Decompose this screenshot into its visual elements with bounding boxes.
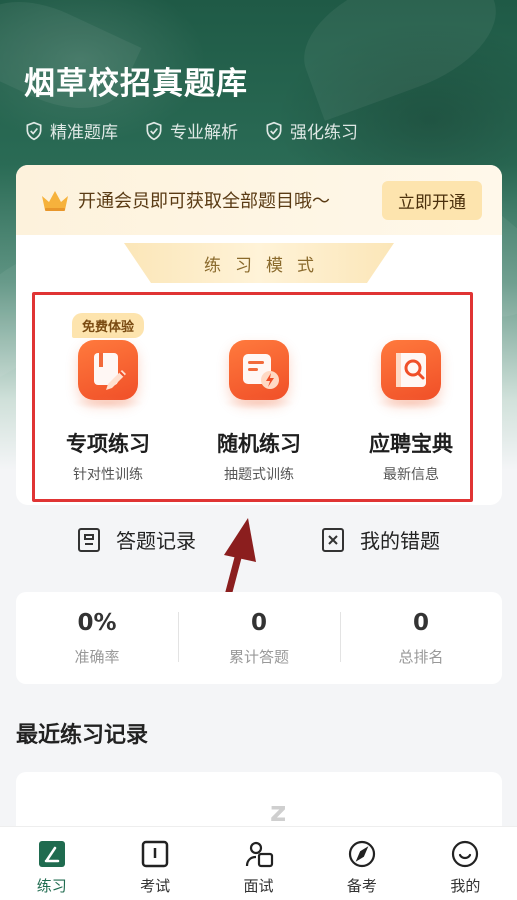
stat-value: 0 bbox=[250, 610, 267, 636]
mode-name: 随机练习 bbox=[217, 432, 301, 456]
mode-subtitle: 抽题式训练 bbox=[224, 467, 294, 483]
crown-icon bbox=[42, 191, 68, 211]
answer-records-label: 答题记录 bbox=[116, 529, 196, 553]
mode-topic-practice[interactable]: 专项练习 针对性训练 bbox=[33, 340, 183, 484]
stat-total-answered: 0 累计答题 bbox=[178, 592, 340, 684]
mode-subtitle: 针对性训练 bbox=[73, 467, 143, 483]
tab-practice[interactable]: 练习 bbox=[0, 827, 103, 900]
document-bolt-icon bbox=[223, 340, 295, 410]
record-icon bbox=[78, 527, 100, 552]
wrong-questions-label: 我的错题 bbox=[360, 529, 440, 553]
tab-exam[interactable]: 考试 bbox=[103, 827, 206, 900]
feature-tag: 精准题库 bbox=[24, 118, 118, 143]
feature-tag: 强化练习 bbox=[264, 118, 358, 143]
stat-label: 累计答题 bbox=[228, 648, 289, 666]
vip-promo-text: 开通会员即可获取全部题目哦～ bbox=[78, 191, 330, 212]
book-search-icon bbox=[375, 340, 447, 410]
stat-accuracy: 0% 准确率 bbox=[16, 592, 178, 684]
recent-practice-list bbox=[16, 772, 502, 832]
vip-banner[interactable]: 开通会员即可获取全部题目哦～ 立即开通 bbox=[16, 165, 502, 235]
tab-label: 备考 bbox=[346, 877, 377, 895]
shield-check-icon bbox=[146, 121, 162, 140]
mode-random-practice[interactable]: 随机练习 抽题式训练 bbox=[184, 340, 334, 484]
mode-name: 专项练习 bbox=[66, 432, 150, 456]
practice-mode-header: 练习模式 bbox=[124, 243, 394, 283]
tab-label: 练习 bbox=[36, 877, 67, 895]
profile-icon bbox=[452, 840, 479, 868]
tab-label: 考试 bbox=[140, 877, 171, 895]
empty-sleep-icon: z bbox=[270, 795, 287, 828]
mode-job-guide[interactable]: 应聘宝典 最新信息 bbox=[336, 340, 486, 484]
feature-tag-label: 强化练习 bbox=[290, 123, 358, 143]
tab-label: 面试 bbox=[243, 877, 274, 895]
stat-label: 准确率 bbox=[74, 648, 120, 666]
shield-check-icon bbox=[26, 121, 42, 140]
free-trial-badge: 免费体验 bbox=[72, 313, 145, 338]
feature-tag-label: 专业解析 bbox=[170, 123, 238, 143]
interview-icon bbox=[245, 841, 273, 868]
stat-label: 总排名 bbox=[398, 648, 444, 666]
tab-prepare[interactable]: 备考 bbox=[310, 827, 413, 900]
feature-tag: 专业解析 bbox=[144, 118, 238, 143]
page-title: 烟草校招真题库 bbox=[24, 66, 248, 102]
wrong-questions-link[interactable]: 我的错题 bbox=[320, 525, 440, 554]
mode-subtitle: 最新信息 bbox=[383, 467, 439, 483]
feature-tags: 精准题库 专业解析 强化练习 bbox=[24, 118, 358, 143]
feature-tag-label: 精准题库 bbox=[50, 123, 118, 143]
note-pen-icon bbox=[72, 340, 144, 410]
shield-check-icon bbox=[266, 121, 282, 140]
stat-value: 0% bbox=[77, 610, 117, 636]
tab-interview[interactable]: 面试 bbox=[207, 827, 310, 900]
stats-panel: 0% 准确率 0 累计答题 0 总排名 bbox=[16, 592, 502, 684]
mode-name: 应聘宝典 bbox=[369, 432, 453, 456]
stat-rank: 0 总排名 bbox=[340, 592, 502, 684]
wrong-questions-icon bbox=[322, 527, 344, 552]
recent-practice-title: 最近练习记录 bbox=[16, 723, 149, 748]
tab-profile[interactable]: 我的 bbox=[414, 827, 517, 900]
stat-value: 0 bbox=[412, 610, 429, 636]
practice-icon bbox=[38, 841, 65, 867]
compass-icon bbox=[348, 840, 376, 868]
activate-vip-button[interactable]: 立即开通 bbox=[382, 180, 482, 220]
tab-label: 我的 bbox=[450, 877, 481, 895]
exam-icon bbox=[141, 840, 169, 868]
bottom-tab-bar: 练习 考试 面试 备考 我的 bbox=[0, 827, 517, 900]
answer-records-link[interactable]: 答题记录 bbox=[76, 525, 196, 554]
